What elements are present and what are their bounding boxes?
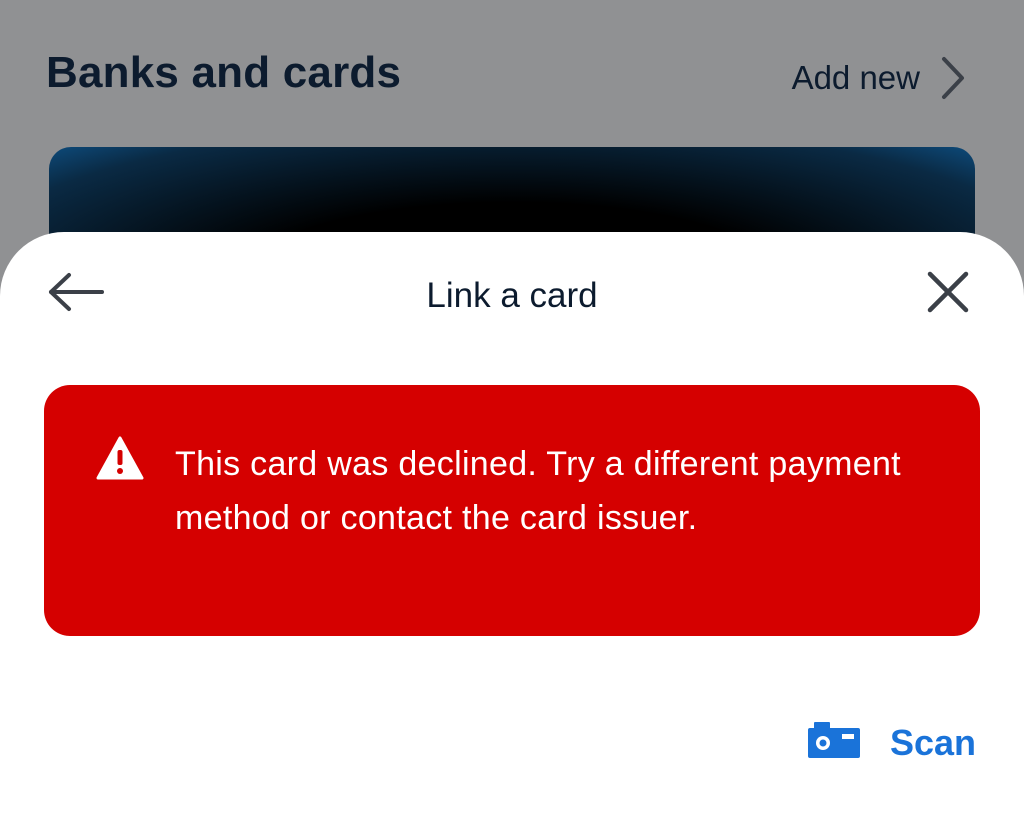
close-button[interactable] xyxy=(924,270,972,318)
chevron-right-icon xyxy=(940,56,966,100)
alert-message: This card was declined. Try a different … xyxy=(175,445,901,537)
add-new-link[interactable]: Add new xyxy=(792,56,966,100)
warning-triangle-icon xyxy=(96,436,144,485)
sheet-header: Link a card xyxy=(0,232,1024,362)
screen: Banks and cards Add new Link a card This… xyxy=(0,0,1024,821)
close-icon xyxy=(927,271,969,318)
sheet-title: Link a card xyxy=(426,276,598,315)
add-new-label: Add new xyxy=(791,59,920,96)
link-card-sheet: Link a card This card was declined. Try … xyxy=(0,232,1024,821)
scan-label: Scan xyxy=(889,721,976,763)
scan-button[interactable]: Scan xyxy=(806,720,976,765)
page-title: Banks and cards xyxy=(46,48,402,97)
error-alert: This card was declined. Try a different … xyxy=(44,385,980,636)
camera-icon xyxy=(806,720,862,765)
